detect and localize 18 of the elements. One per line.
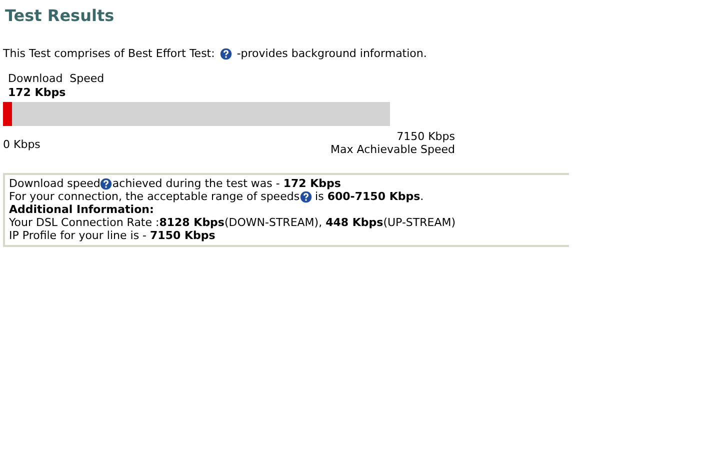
page-title: Test Results: [5, 6, 116, 25]
max-caption: Max Achievable Speed: [330, 143, 455, 156]
info-text: For your connection, the acceptable range of speeds: [9, 190, 300, 203]
help-icon[interactable]: [220, 48, 232, 60]
gauge-label: Download Speed: [8, 72, 106, 86]
info-text: is 600-7150 Kbps.: [314, 190, 424, 203]
info-text: Your DSL Connection Rate :8128 Kbps(DOWN-STREAM), 448 Kbps(UP-STREAM): [9, 216, 456, 229]
help-icon[interactable]: [300, 190, 312, 202]
info-text: IP Profile for your line is - 7150 Kbps: [9, 229, 216, 242]
intro-text: This Test comprises of Best Effort Test:: [3, 47, 215, 60]
min-label: 0 Kbps: [3, 138, 40, 151]
speed-value: 172 Kbps: [8, 86, 67, 100]
info-text: achieved during the test was - 172 Kbps: [112, 177, 341, 190]
help-icon[interactable]: [100, 178, 112, 190]
intro-text: -provides background information.: [236, 47, 427, 60]
info-heading: Additional Information:: [9, 203, 154, 216]
max-label: 7150 Kbps: [396, 130, 455, 143]
info-text: Download speed: [9, 177, 100, 190]
